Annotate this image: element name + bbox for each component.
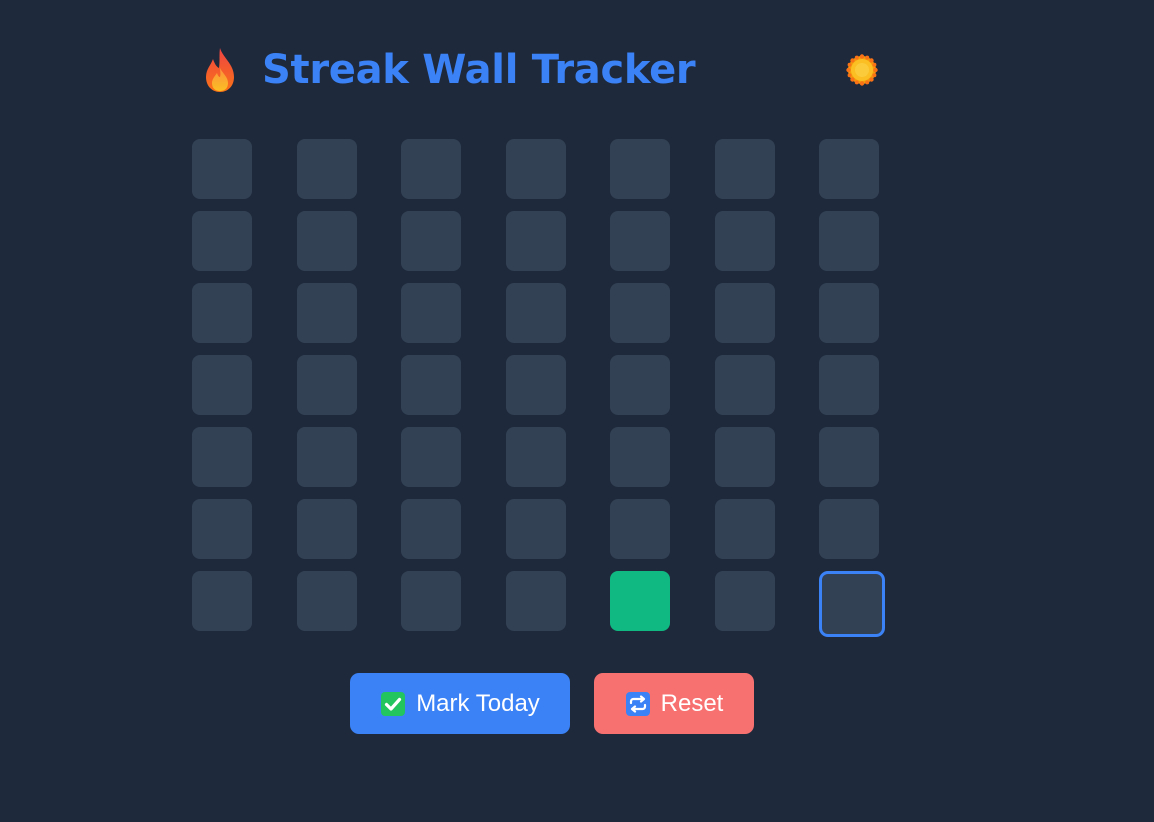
day-cell[interactable] [610,139,670,199]
day-cell[interactable] [506,499,566,559]
day-cell[interactable] [401,427,461,487]
day-cell[interactable] [506,571,566,631]
day-cell[interactable] [192,283,252,343]
day-cell[interactable] [401,211,461,271]
day-cell[interactable] [401,499,461,559]
day-cell[interactable] [610,211,670,271]
day-cell[interactable] [819,283,879,343]
day-cell[interactable] [192,139,252,199]
day-cell[interactable] [610,355,670,415]
check-mark-icon [381,691,406,716]
day-cell[interactable] [715,427,775,487]
day-cell[interactable] [819,427,879,487]
reset-label: Reset [660,689,724,717]
day-cell[interactable] [297,211,357,271]
day-cell[interactable] [297,571,357,631]
mark-today-label: Mark Today [416,689,540,717]
day-cell[interactable] [401,283,461,343]
day-cell[interactable] [297,283,357,343]
day-cell[interactable] [401,571,461,631]
day-cell[interactable] [506,355,566,415]
day-cell[interactable] [819,355,879,415]
header: Streak Wall Tracker [192,40,884,100]
day-cell[interactable] [297,499,357,559]
day-cell[interactable] [715,571,775,631]
day-cell[interactable] [715,139,775,199]
page-title: Streak Wall Tracker [262,47,696,93]
day-cell[interactable] [506,283,566,343]
day-cell[interactable] [715,283,775,343]
day-cell[interactable] [297,355,357,415]
day-cell[interactable] [819,211,879,271]
streak-tracker-app: Streak Wall Tracker Mark Today Reset [0,0,1154,822]
day-cell[interactable] [819,139,879,199]
reset-button[interactable]: Reset [594,673,754,734]
day-cell[interactable] [715,211,775,271]
day-cell[interactable] [610,427,670,487]
day-cell[interactable] [715,355,775,415]
day-cell[interactable] [819,499,879,559]
day-cell-done[interactable] [610,571,670,631]
day-cell-today[interactable] [819,571,885,637]
theme-toggle-button[interactable] [846,54,878,86]
day-cell[interactable] [192,427,252,487]
day-cell[interactable] [610,499,670,559]
day-cell[interactable] [401,355,461,415]
fire-icon [206,48,234,92]
title-wrap: Streak Wall Tracker [200,40,696,100]
streak-grid [192,139,885,639]
day-cell[interactable] [192,211,252,271]
day-cell[interactable] [297,139,357,199]
day-cell[interactable] [192,571,252,631]
day-cell[interactable] [192,355,252,415]
repeat-icon [625,691,650,716]
actions: Mark Today Reset [350,673,754,734]
sun-icon [846,54,878,86]
day-cell[interactable] [715,499,775,559]
day-cell[interactable] [506,211,566,271]
day-cell[interactable] [297,427,357,487]
day-cell[interactable] [506,139,566,199]
day-cell[interactable] [192,499,252,559]
day-cell[interactable] [610,283,670,343]
day-cell[interactable] [506,427,566,487]
day-cell[interactable] [401,139,461,199]
mark-today-button[interactable]: Mark Today [350,673,570,734]
